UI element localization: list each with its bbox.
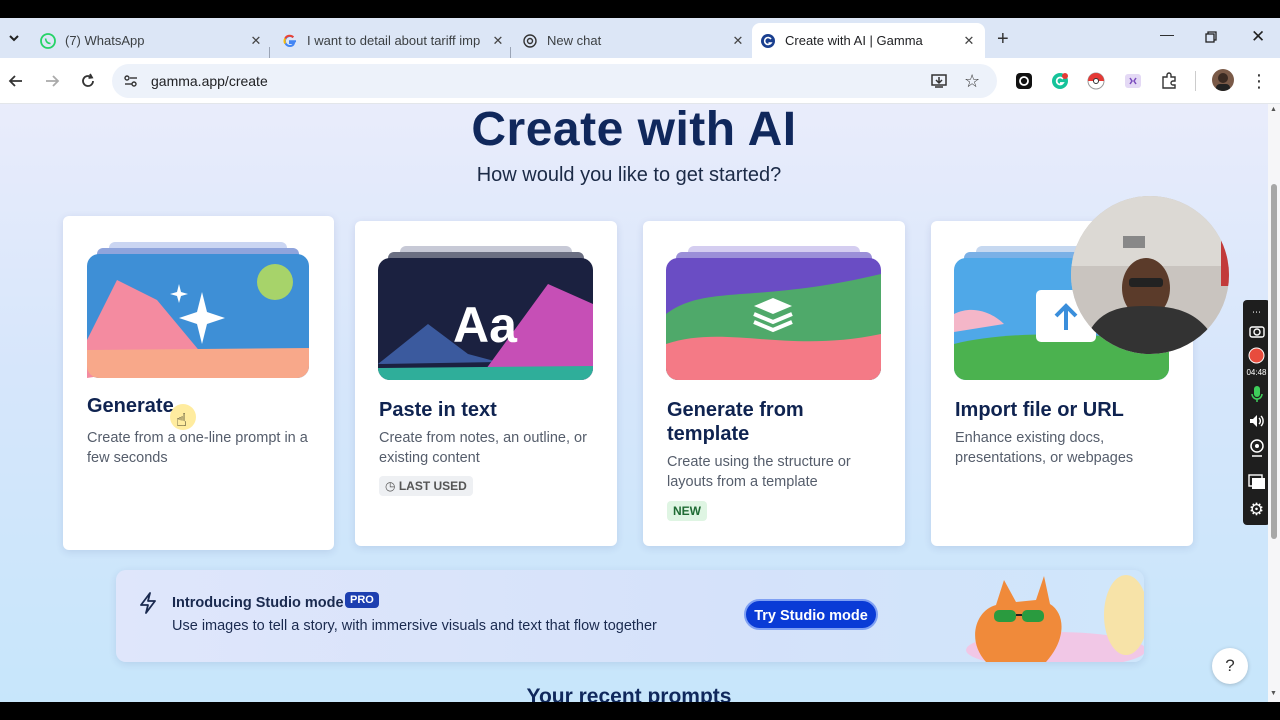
back-icon[interactable] bbox=[7, 72, 25, 90]
toolbar-divider bbox=[1195, 71, 1196, 91]
card-title: Paste in text bbox=[379, 399, 497, 421]
close-icon[interactable]: ✕ bbox=[490, 33, 506, 49]
tab-gamma[interactable]: Create with AI | Gamma ✕ bbox=[752, 23, 985, 58]
recent-prompts-heading: Your recent prompts bbox=[526, 685, 732, 702]
menu-kebab-icon[interactable]: ⋮ bbox=[1250, 71, 1268, 91]
recording-time: 04:48 bbox=[1246, 368, 1267, 377]
url-text[interactable]: gamma.app/create bbox=[151, 73, 268, 89]
tab-title: New chat bbox=[547, 33, 602, 48]
bookmark-star-icon[interactable]: ☆ bbox=[964, 71, 980, 92]
svg-text:Aa: Aa bbox=[453, 297, 518, 353]
last-used-badge: ◷ LAST USED bbox=[379, 476, 473, 496]
install-app-icon[interactable] bbox=[930, 72, 948, 90]
reload-icon[interactable] bbox=[79, 72, 97, 90]
webcam-overlay bbox=[1071, 196, 1229, 354]
cat-with-sunglasses-illustration bbox=[966, 575, 1144, 662]
template-illustration bbox=[666, 246, 881, 380]
extension-pokeball-icon[interactable] bbox=[1087, 72, 1105, 90]
gamma-icon bbox=[760, 33, 776, 49]
hand-cursor-icon: ☝ bbox=[176, 410, 187, 430]
tab-strip: (7) WhatsApp ✕ I want to detail about ta… bbox=[0, 18, 1280, 65]
card-description: Create from notes, an outline, or existi… bbox=[379, 430, 587, 466]
tab-whatsapp[interactable]: (7) WhatsApp ✕ bbox=[32, 23, 264, 58]
tab-title: I want to detail about tariff imp bbox=[307, 33, 481, 48]
camera-icon[interactable] bbox=[1247, 321, 1266, 340]
microphone-icon[interactable] bbox=[1247, 384, 1266, 403]
extension-grammarly-icon[interactable] bbox=[1051, 72, 1069, 90]
scrollbar-thumb[interactable] bbox=[1271, 184, 1277, 539]
screen-select-icon[interactable] bbox=[1247, 472, 1266, 491]
badge-label: LAST USED bbox=[398, 479, 467, 493]
forward-icon[interactable] bbox=[43, 72, 61, 90]
close-icon[interactable]: ✕ bbox=[248, 33, 264, 49]
tab-new-chat[interactable]: New chat ✕ bbox=[514, 23, 746, 58]
page-title: Create with AI bbox=[471, 104, 797, 156]
card-paste-in-text[interactable]: Aa Paste in text Create from notes, an o… bbox=[355, 221, 617, 546]
paste-text-illustration: Aa bbox=[378, 246, 593, 380]
card-description: Create using the structure or layouts fr… bbox=[667, 454, 851, 490]
card-description: Create from a one-line prompt in a few s… bbox=[87, 430, 308, 466]
tab-google[interactable]: I want to detail about tariff imp ✕ bbox=[274, 23, 506, 58]
card-title: Generate bbox=[87, 395, 174, 417]
extension-sparkle-icon[interactable] bbox=[1124, 72, 1142, 90]
extensions-puzzle-icon[interactable] bbox=[1160, 72, 1178, 90]
record-stop-icon[interactable] bbox=[1247, 346, 1266, 365]
generate-illustration bbox=[87, 242, 309, 378]
bottom-letterbox bbox=[0, 702, 1280, 720]
window-close-icon[interactable]: ✕ bbox=[1251, 27, 1265, 47]
new-tab-icon[interactable]: + bbox=[997, 28, 1009, 51]
new-badge: NEW bbox=[667, 501, 707, 521]
close-icon[interactable]: ✕ bbox=[961, 33, 977, 49]
recorder-menu-icon[interactable]: ⋯ bbox=[1247, 303, 1266, 322]
address-bar[interactable]: gamma.app/create ☆ bbox=[112, 64, 997, 98]
studio-mode-banner: Introducing Studio mode PRO Use images t… bbox=[116, 570, 1144, 662]
tab-title: Create with AI | Gamma bbox=[785, 33, 923, 48]
scroll-down-icon[interactable]: ▼ bbox=[1270, 690, 1277, 697]
top-letterbox bbox=[0, 0, 1280, 18]
settings-gear-icon[interactable]: ⚙ bbox=[1247, 500, 1266, 519]
card-description: Enhance existing docs, presentations, or… bbox=[955, 430, 1134, 466]
minimize-icon[interactable]: — bbox=[1160, 26, 1174, 42]
card-generate[interactable]: Generate Create from a one-line prompt i… bbox=[63, 216, 334, 550]
help-button[interactable]: ? bbox=[1212, 648, 1248, 684]
lightning-icon bbox=[138, 592, 158, 614]
banner-title: Introducing Studio mode bbox=[172, 595, 344, 611]
screen-recorder-panel: ⋯ 04:48 ⚙ bbox=[1243, 300, 1270, 525]
gamma-create-page: Create with AI How would you like to get… bbox=[0, 104, 1268, 702]
tab-search-chevron-icon[interactable] bbox=[6, 30, 22, 46]
scroll-up-icon[interactable]: ▲ bbox=[1270, 106, 1277, 113]
chatgpt-icon bbox=[522, 33, 538, 49]
tab-title: (7) WhatsApp bbox=[65, 33, 145, 48]
browser-toolbar: gamma.app/create ☆ ⋮ bbox=[0, 58, 1280, 104]
site-settings-icon[interactable] bbox=[123, 73, 139, 89]
webcam-toggle-icon[interactable] bbox=[1247, 438, 1266, 457]
card-title: Import file or URL bbox=[955, 399, 1124, 421]
card-generate-from-template[interactable]: Generate from template Create using the … bbox=[643, 221, 905, 546]
clock-icon: ◷ bbox=[385, 479, 396, 493]
extension-copilot-icon[interactable] bbox=[1015, 72, 1033, 90]
page-scrollbar[interactable]: ▲ ▼ bbox=[1268, 104, 1280, 702]
close-icon[interactable]: ✕ bbox=[730, 33, 746, 49]
restore-icon[interactable] bbox=[1205, 30, 1217, 43]
whatsapp-icon bbox=[40, 32, 56, 49]
google-icon bbox=[282, 33, 298, 49]
card-title: Generate from template bbox=[667, 399, 804, 445]
banner-description: Use images to tell a story, with immersi… bbox=[172, 618, 657, 634]
try-studio-mode-button[interactable]: Try Studio mode bbox=[744, 599, 878, 630]
pro-badge: PRO bbox=[345, 592, 379, 608]
page-subtitle: How would you like to get started? bbox=[476, 164, 782, 186]
profile-avatar[interactable] bbox=[1212, 69, 1234, 91]
speaker-icon[interactable] bbox=[1247, 411, 1266, 430]
